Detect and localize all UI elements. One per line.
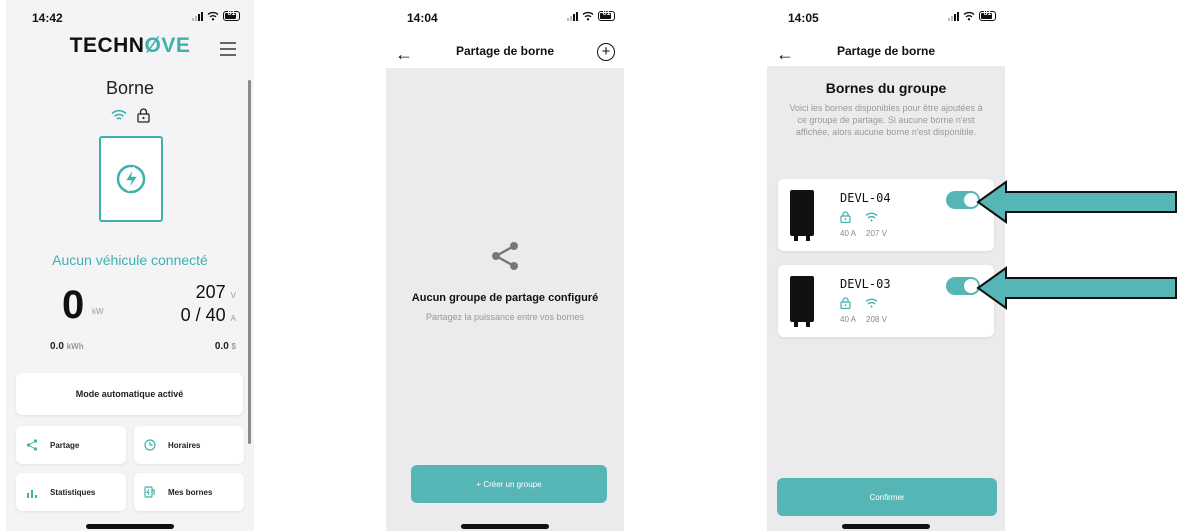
- wifi-icon: [963, 11, 975, 21]
- battery-icon: 81: [223, 10, 240, 21]
- status-icons: 81: [948, 10, 996, 21]
- annotation-arrow-icon: [976, 266, 1177, 310]
- borne-specs: 40 A 207 V: [840, 229, 887, 238]
- confirm-button[interactable]: Confirmer: [777, 478, 997, 516]
- group-title: Bornes du groupe: [825, 80, 947, 96]
- battery-icon: 81: [979, 10, 996, 21]
- status-time: 14:42: [32, 11, 63, 25]
- lock-icon: [840, 211, 851, 223]
- signal-icon: [567, 11, 578, 21]
- signal-icon: [192, 11, 203, 21]
- lock-icon: [840, 297, 851, 309]
- status-time: 14:04: [407, 11, 438, 25]
- charger-icon: [144, 486, 155, 498]
- partage-label: Partage: [50, 440, 80, 450]
- page-title: Partage de borne: [455, 44, 555, 58]
- borne-status-icons: [840, 297, 878, 309]
- page-title: Borne: [105, 78, 155, 98]
- charger-image: [790, 190, 814, 241]
- status-time: 14:05: [788, 11, 819, 25]
- borne-card: DEVL-04 40 A 207 V: [778, 179, 994, 251]
- hamburger-menu-icon[interactable]: [220, 42, 236, 60]
- status-bar: 14:05 81: [762, 0, 1010, 40]
- partage-button[interactable]: Partage: [16, 426, 126, 464]
- annotation-arrow-icon: [976, 180, 1177, 224]
- borne-name: DEVL-03: [840, 277, 891, 291]
- connection-status: Aucun véhicule connecté: [52, 252, 208, 268]
- energy-readout: 0.0 kWh: [50, 341, 84, 352]
- borne-card: DEVL-03 40 A 208 V: [778, 265, 994, 337]
- cost-readout: 0.0 $: [214, 341, 236, 352]
- borne-specs: 40 A 208 V: [840, 315, 887, 324]
- mode-button[interactable]: Mode automatique activé: [16, 373, 243, 415]
- borne-status-icons: [840, 211, 878, 223]
- borne-toggle[interactable]: [946, 191, 980, 209]
- wifi-icon: [865, 212, 878, 222]
- create-group-button[interactable]: + Créer un groupe: [411, 465, 607, 503]
- clock-icon: [144, 439, 156, 451]
- voltage-readout: 207 V: [195, 282, 236, 302]
- home-indicator: [842, 524, 930, 529]
- power-value: 0: [62, 283, 85, 327]
- empty-state-title: Aucun groupe de partage configuré: [411, 292, 599, 304]
- group-description: Voici les bornes disponibles pour être a…: [789, 103, 983, 137]
- wifi-icon: [110, 109, 127, 120]
- battery-icon: 81: [598, 10, 615, 21]
- borne-status-icons: [6, 108, 254, 123]
- status-bar: 14:04 81: [381, 0, 629, 40]
- horaires-label: Horaires: [168, 440, 201, 450]
- page-title: Partage de borne: [836, 44, 936, 58]
- status-icons: 81: [192, 10, 240, 21]
- wifi-icon: [865, 298, 878, 308]
- add-group-icon[interactable]: +: [597, 43, 615, 61]
- empty-state-subtitle: Partagez la puissance entre vos bornes: [425, 312, 585, 322]
- wifi-icon: [582, 11, 594, 21]
- lightning-icon: [116, 164, 146, 194]
- home-indicator: [86, 524, 174, 529]
- home-screen: 14:42 81 TECHNØVE Borne Aucun véhicule c…: [6, 0, 254, 531]
- statistiques-button[interactable]: Statistiques: [16, 473, 126, 511]
- wifi-icon: [207, 11, 219, 21]
- horaires-button[interactable]: Horaires: [134, 426, 244, 464]
- current-readout: 0 / 40 A: [180, 305, 236, 325]
- mes-bornes-label: Mes bornes: [168, 487, 213, 497]
- charger-status-button[interactable]: [99, 136, 163, 222]
- brand-logo: TECHNØVE: [69, 34, 191, 57]
- signal-icon: [948, 11, 959, 21]
- home-indicator: [461, 524, 549, 529]
- share-icon: [26, 439, 38, 451]
- group-bornes-screen: 14:05 81 ← Partage de borne Bornes du gr…: [762, 0, 1010, 531]
- status-icons: 81: [567, 10, 615, 21]
- sharing-empty-screen: 14:04 81 ← Partage de borne + Aucun grou…: [381, 0, 629, 531]
- statistiques-label: Statistiques: [50, 487, 96, 497]
- borne-toggle[interactable]: [946, 277, 980, 295]
- mes-bornes-button[interactable]: Mes bornes: [134, 473, 244, 511]
- lock-icon: [136, 108, 150, 123]
- bar-chart-icon: [27, 490, 37, 498]
- power-unit: kW: [92, 307, 104, 316]
- share-icon: [492, 242, 518, 270]
- charger-image: [790, 276, 814, 327]
- borne-name: DEVL-04: [840, 191, 891, 205]
